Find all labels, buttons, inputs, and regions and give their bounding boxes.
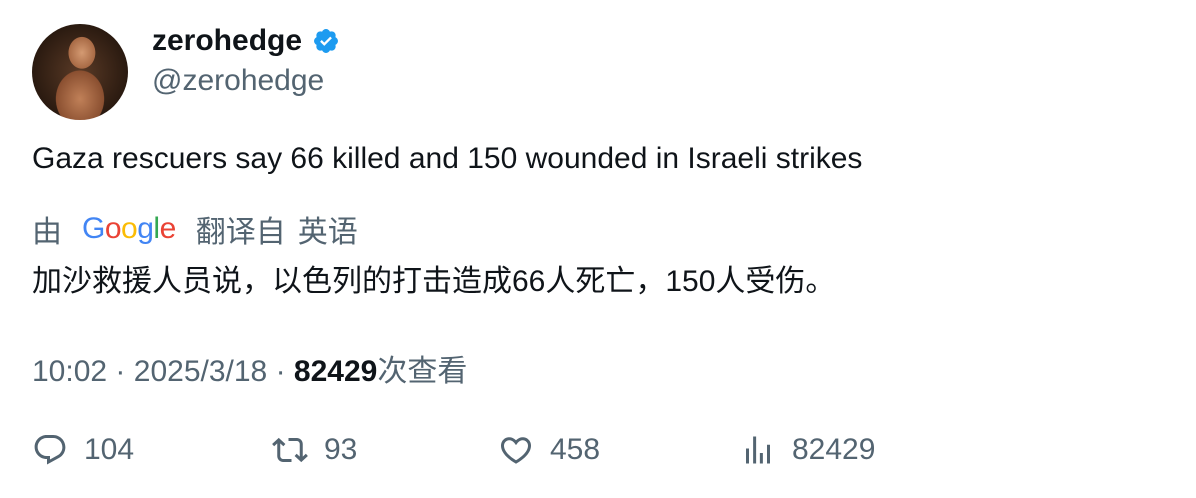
verified-badge-icon xyxy=(314,29,338,53)
views-icon xyxy=(746,436,770,464)
views-count: 82429 xyxy=(293,355,378,388)
tweet-date[interactable]: 2025/3/18 xyxy=(134,355,267,388)
meta-separator: · xyxy=(115,355,126,388)
like-count: 458 xyxy=(550,433,601,466)
retweet-button[interactable]: 93 xyxy=(272,432,357,468)
author-block: zerohedge @zerohedge xyxy=(152,22,340,98)
like-button[interactable]: 458 xyxy=(498,432,600,468)
retweet-icon xyxy=(272,437,308,463)
author-handle[interactable]: @zerohedge xyxy=(152,64,340,98)
avatar[interactable] xyxy=(32,24,128,120)
meta-separator: · xyxy=(275,355,286,388)
translated-from-label: 翻译自 xyxy=(195,216,286,249)
reply-count: 104 xyxy=(84,433,135,466)
like-icon xyxy=(500,437,532,464)
translation-attribution: 由 Google 翻译自 英语 xyxy=(32,207,358,251)
tweet-time[interactable]: 10:02 xyxy=(32,355,107,388)
views-button[interactable]: 82429 xyxy=(740,432,875,468)
source-language: 英语 xyxy=(297,216,358,249)
retweet-count: 93 xyxy=(324,433,358,466)
views-action-count: 82429 xyxy=(792,433,876,466)
google-logo[interactable]: Google xyxy=(82,212,176,246)
author-name[interactable]: zerohedge xyxy=(152,24,302,58)
tweet-text: Gaza rescuers say 66 killed and 150 woun… xyxy=(32,142,863,175)
translated-text: 加沙救援人员说，以色列的打击造成66人死亡，150人受伤。 xyxy=(32,265,836,298)
reply-icon xyxy=(34,435,66,465)
views-label: 次查看 xyxy=(377,355,468,388)
tweet-meta: 10:02 · 2025/3/18 · 82429次查看 xyxy=(32,346,467,390)
by-label: 由 xyxy=(32,216,62,249)
reply-button[interactable]: 104 xyxy=(32,432,134,468)
